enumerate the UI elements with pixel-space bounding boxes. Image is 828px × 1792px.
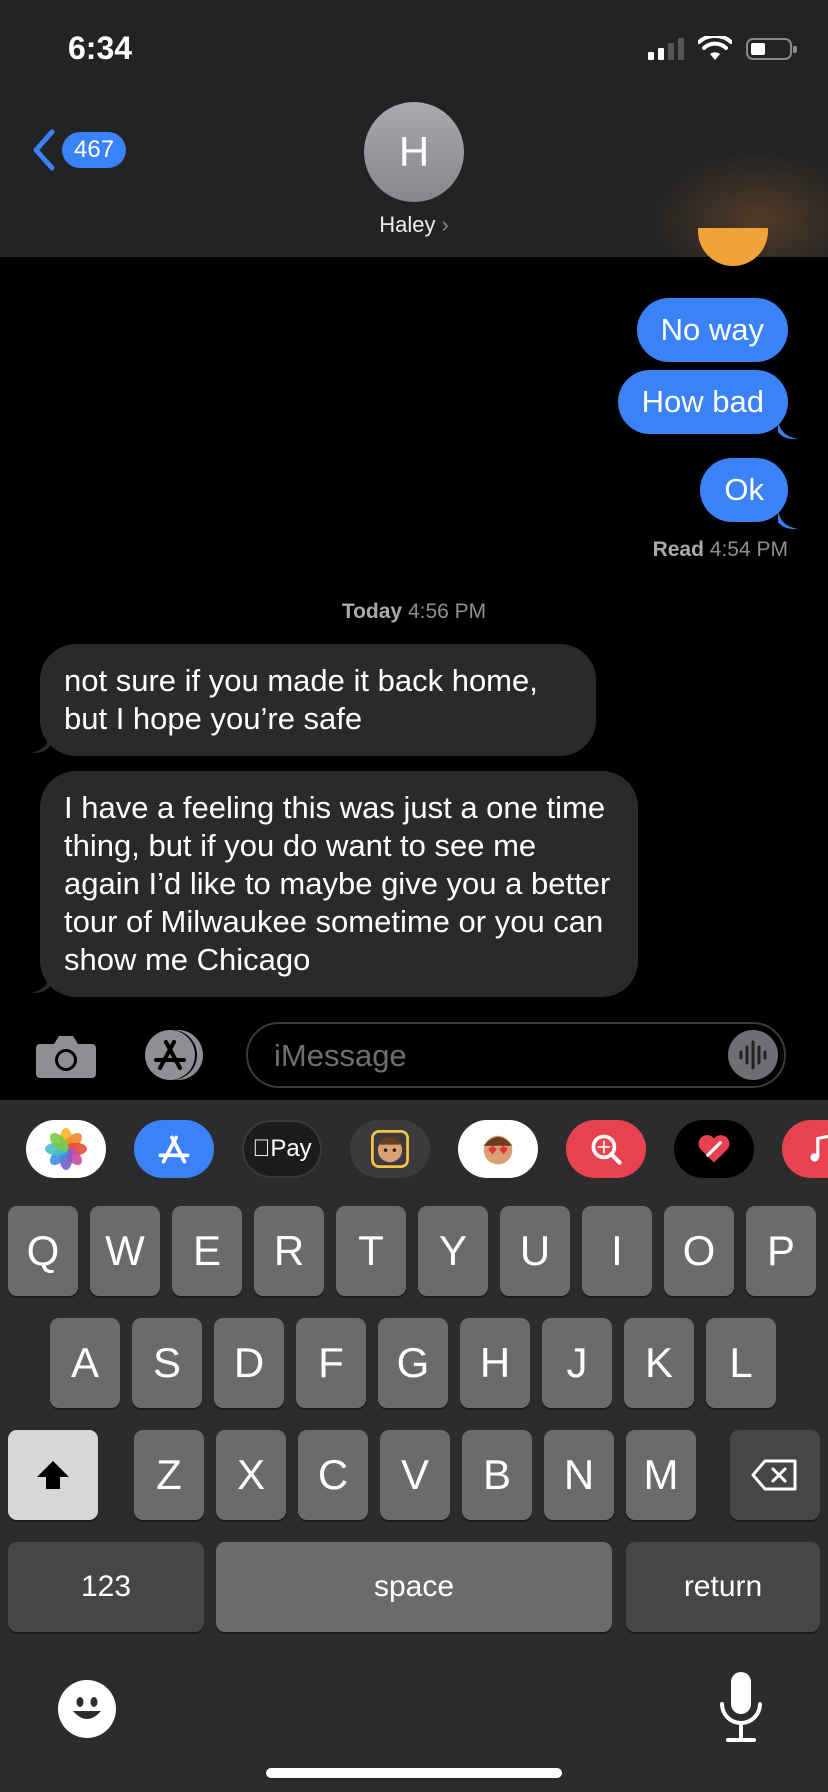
conversation-header: 6:34 467 H Haley › bbox=[0, 0, 828, 257]
home-indicator[interactable] bbox=[266, 1768, 562, 1778]
key-j[interactable]: J bbox=[542, 1318, 612, 1408]
music-icon[interactable] bbox=[782, 1120, 828, 1178]
key-p[interactable]: P bbox=[746, 1206, 816, 1296]
cellular-signal-icon bbox=[648, 38, 684, 60]
message-text: not sure if you made it back home, but I… bbox=[64, 663, 538, 736]
chevron-left-icon bbox=[33, 129, 55, 171]
contact-avatar[interactable]: H bbox=[364, 102, 464, 202]
received-message[interactable]: I have a feeling this was just a one tim… bbox=[40, 771, 638, 997]
audio-message-button[interactable] bbox=[728, 1030, 778, 1080]
waveform-icon bbox=[739, 1040, 767, 1070]
sent-message[interactable]: No way bbox=[636, 298, 788, 362]
message-field[interactable] bbox=[246, 1022, 786, 1088]
battery-icon bbox=[746, 38, 797, 60]
back-button[interactable]: 467 bbox=[30, 128, 127, 172]
key-g[interactable]: G bbox=[378, 1318, 448, 1408]
emoji-key[interactable] bbox=[58, 1680, 116, 1738]
photos-app-icon[interactable] bbox=[26, 1120, 106, 1178]
camera-icon[interactable] bbox=[34, 1032, 98, 1080]
key-f[interactable]: F bbox=[296, 1318, 366, 1408]
apple-pay-icon[interactable]: Pay bbox=[242, 1120, 322, 1178]
app-store-icon[interactable] bbox=[134, 1120, 214, 1178]
sent-message[interactable]: How bad bbox=[617, 370, 788, 434]
compose-bar bbox=[0, 1010, 828, 1100]
digital-touch-icon[interactable] bbox=[674, 1120, 754, 1178]
memoji-icon[interactable] bbox=[350, 1120, 430, 1178]
key-t[interactable]: T bbox=[336, 1206, 406, 1296]
key-y[interactable]: Y bbox=[418, 1206, 488, 1296]
key-l[interactable]: L bbox=[706, 1318, 776, 1408]
key-x[interactable]: X bbox=[216, 1430, 286, 1520]
shift-key[interactable] bbox=[8, 1430, 98, 1520]
key-b[interactable]: B bbox=[462, 1430, 532, 1520]
avatar-initial: H bbox=[398, 128, 430, 175]
key-w[interactable]: W bbox=[90, 1206, 160, 1296]
app-drawer: Pay bbox=[0, 1100, 828, 1192]
keyboard: 123 space return QWERTYUIOP ASDFGHJKL ZXCV… bbox=[0, 1192, 828, 1792]
status-icons bbox=[648, 36, 797, 62]
emoji-face-icon bbox=[73, 1697, 101, 1719]
bubble-tail bbox=[778, 420, 798, 440]
bubble-tail bbox=[778, 510, 798, 530]
key-d[interactable]: D bbox=[214, 1318, 284, 1408]
date-separator: Today 4:56 PM bbox=[0, 600, 828, 624]
read-label: Read bbox=[652, 538, 704, 561]
shift-arrow-icon bbox=[37, 1461, 69, 1489]
memoji-stickers-icon[interactable] bbox=[458, 1120, 538, 1178]
day-label: Today bbox=[341, 600, 403, 623]
key-k[interactable]: K bbox=[624, 1318, 694, 1408]
partial-sticker bbox=[698, 228, 768, 266]
message-text: No way bbox=[660, 312, 764, 347]
numbers-key[interactable]: 123 bbox=[8, 1542, 204, 1632]
unread-count-badge: 467 bbox=[62, 132, 127, 168]
status-time: 6:34 bbox=[68, 30, 133, 66]
message-text: Ok bbox=[724, 472, 764, 507]
key-z[interactable]: Z bbox=[134, 1430, 204, 1520]
app-store-button-icon[interactable] bbox=[140, 1028, 210, 1082]
key-s[interactable]: S bbox=[132, 1318, 202, 1408]
bubble-tail bbox=[30, 974, 50, 994]
key-a[interactable]: A bbox=[50, 1318, 120, 1408]
read-receipt: Read 4:54 PM bbox=[653, 538, 788, 562]
message-text: How bad bbox=[641, 384, 764, 419]
dictation-mic-icon[interactable] bbox=[716, 1670, 766, 1748]
wifi-icon bbox=[698, 36, 732, 60]
message-input[interactable] bbox=[272, 1024, 696, 1088]
key-r[interactable]: R bbox=[254, 1206, 324, 1296]
received-message[interactable]: not sure if you made it back home, but I… bbox=[40, 644, 596, 756]
key-h[interactable]: H bbox=[460, 1318, 530, 1408]
return-key[interactable]: return bbox=[626, 1542, 820, 1632]
bubble-tail bbox=[30, 734, 50, 754]
message-text: I have a feeling this was just a one tim… bbox=[64, 790, 611, 977]
read-time: 4:54 PM bbox=[709, 538, 788, 561]
web-images-icon[interactable] bbox=[566, 1120, 646, 1178]
key-c[interactable]: C bbox=[298, 1430, 368, 1520]
chevron-right-icon: › bbox=[441, 212, 449, 237]
key-n[interactable]: N bbox=[544, 1430, 614, 1520]
key-o[interactable]: O bbox=[664, 1206, 734, 1296]
contact-name: Haley bbox=[379, 212, 436, 237]
key-i[interactable]: I bbox=[582, 1206, 652, 1296]
key-u[interactable]: U bbox=[500, 1206, 570, 1296]
key-q[interactable]: Q bbox=[8, 1206, 78, 1296]
key-m[interactable]: M bbox=[626, 1430, 696, 1520]
key-v[interactable]: V bbox=[380, 1430, 450, 1520]
delete-key[interactable] bbox=[730, 1430, 820, 1520]
apple-pay-label: Pay bbox=[252, 1135, 311, 1162]
day-time: 4:56 PM bbox=[407, 600, 487, 623]
space-key[interactable]: space bbox=[216, 1542, 612, 1632]
key-e[interactable]: E bbox=[172, 1206, 242, 1296]
sent-message[interactable]: Ok bbox=[700, 458, 788, 522]
backspace-icon bbox=[751, 1459, 797, 1491]
